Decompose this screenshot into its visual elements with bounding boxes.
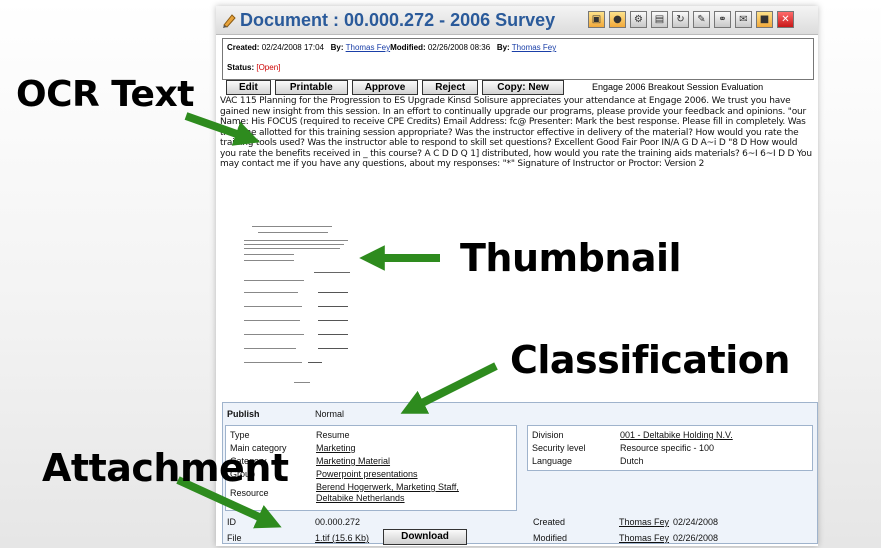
meta-created-line: Created: 02/24/2008 17:04 By: Thomas Fey… [227,43,556,52]
type-label: Type [230,430,250,440]
publish-value: Normal [315,409,345,419]
resource-link-1[interactable]: Berend Hogerwerk, Marketing Staff, [316,482,459,492]
publish-label: Publish [227,409,260,419]
search-icon[interactable]: ● [609,11,626,28]
ocr-heading: Engage 2006 Breakout Session Evaluation [592,82,764,92]
language-value: Dutch [620,456,644,466]
division-label: Division [532,430,564,440]
close-icon[interactable]: ✕ [777,11,794,28]
settings-icon[interactable]: ⚙ [630,11,647,28]
attachment-file-link[interactable]: 1.tif (15.6 Kb) [315,533,369,543]
callout-attachment: Attachment [42,446,289,490]
created-by-link-bottom[interactable]: Thomas Fey [619,517,669,527]
callout-ocr-text: OCR Text [16,74,194,115]
created-label: Created: [227,43,260,52]
refresh-icon[interactable]: ↻ [672,11,689,28]
created-label-bottom: Created [533,517,566,527]
callout-thumbnail: Thumbnail [460,236,682,280]
modified-by-label: By: [496,43,510,52]
division-link[interactable]: 001 - Deltabike Holding N.V. [620,430,733,440]
modified-label-bottom: Modified [533,533,568,543]
id-value: 00.000.272 [315,517,361,527]
created-by-link[interactable]: Thomas Fey [346,43,390,52]
modified-label: Modified: [390,43,426,52]
file-label: File [227,533,242,543]
category-link[interactable]: Marketing Material [316,456,390,466]
copy-new-button[interactable]: Copy: New [482,80,564,95]
status-badge: [Open] [256,63,281,72]
download-button[interactable]: Download [383,529,467,545]
created-by-label: By: [330,43,344,52]
title-bar: Document : 00.000.272 - 2006 Survey ▣ ● … [216,6,818,35]
link-icon[interactable]: ⚭ [714,11,731,28]
modified-date-bottom: 02/26/2008 [673,533,719,543]
document-meta: Created: 02/24/2008 17:04 By: Thomas Fey… [222,38,814,80]
modified-value: 02/26/2008 08:36 [427,43,491,52]
save-icon[interactable]: ▣ [588,11,605,28]
type-value: Resume [316,430,350,440]
security-label: Security level [532,443,586,453]
id-label: ID [227,517,236,527]
created-value: 02/24/2008 17:04 [261,43,324,52]
modified-by-link[interactable]: Thomas Fey [512,43,556,52]
main-category-link[interactable]: Marketing [316,443,356,453]
print-icon[interactable]: ▤ [651,11,668,28]
status-label: Status: [227,63,255,72]
lock-icon[interactable]: ■ [756,11,773,28]
created-date-bottom: 02/24/2008 [673,517,719,527]
meta-status-line: Status: [Open] [227,63,280,72]
edit-icon[interactable]: ✎ [693,11,710,28]
printable-button[interactable]: Printable [274,80,348,95]
edit-button[interactable]: Edit [226,80,271,95]
security-value: Resource specific - 100 [620,443,715,453]
action-buttons: Edit Printable Approve Reject Copy: New [226,80,564,95]
classification-panel: Publish Normal Type Resume Main category… [222,402,818,545]
ocr-text-body: VAC 115 Planning for the Progression to … [220,96,812,169]
callout-classification: Classification [510,338,790,382]
division-box: Division 001 - Deltabike Holding N.V. Se… [527,425,813,471]
window-title: Document : 00.000.272 - 2006 Survey [240,10,556,30]
toolbar: ▣ ● ⚙ ▤ ↻ ✎ ⚭ ✉ ■ ✕ [588,11,794,28]
approve-button[interactable]: Approve [351,80,419,95]
group-link[interactable]: Powerpoint presentations [316,469,418,479]
language-label: Language [532,456,573,466]
resource-link-2[interactable]: Deltabike Netherlands [316,493,405,503]
document-thumbnail[interactable] [238,220,356,390]
modified-by-link-bottom[interactable]: Thomas Fey [619,533,669,543]
document-icon [223,14,236,28]
reject-button[interactable]: Reject [422,80,479,95]
mail-icon[interactable]: ✉ [735,11,752,28]
